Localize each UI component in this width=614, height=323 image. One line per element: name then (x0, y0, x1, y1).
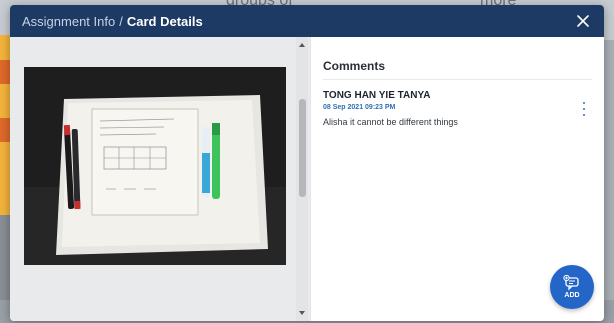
add-button-label: ADD (564, 292, 580, 299)
close-icon (577, 15, 589, 27)
background-right-strip (604, 40, 614, 300)
breadcrumb-separator: / (119, 13, 123, 29)
scroll-down-arrow-icon[interactable] (299, 311, 305, 315)
comment-timestamp: 08 Sep 2021 09:23 PM (323, 104, 396, 111)
comment-text: Alisha it cannot be different things (323, 117, 458, 127)
more-options-icon[interactable] (580, 102, 588, 116)
comment-author: TONG HAN YIE TANYA (323, 90, 431, 101)
add-comment-button[interactable]: ADD (550, 265, 594, 309)
comment-item: TONG HAN YIE TANYA 08 Sep 2021 09:23 PM … (323, 90, 592, 127)
card-photo[interactable] (24, 67, 286, 265)
comments-title: Comments (323, 59, 592, 80)
card-details-modal: Assignment Info / Card Details Comments … (10, 5, 604, 321)
comments-pane: Comments TONG HAN YIE TANYA 08 Sep 2021 … (310, 37, 604, 321)
add-comment-icon (563, 275, 579, 291)
image-pane (10, 37, 310, 321)
scroll-up-arrow-icon[interactable] (299, 43, 305, 47)
image-scrollbar[interactable] (296, 37, 308, 321)
breadcrumb-assignment-info[interactable]: Assignment Info (22, 14, 115, 29)
modal-header: Assignment Info / Card Details (10, 5, 604, 37)
card-photo-image (24, 67, 286, 265)
scroll-thumb[interactable] (299, 99, 306, 197)
close-button[interactable] (574, 12, 592, 30)
breadcrumb-card-details: Card Details (126, 13, 203, 29)
modal-body: Comments TONG HAN YIE TANYA 08 Sep 2021 … (10, 37, 604, 321)
